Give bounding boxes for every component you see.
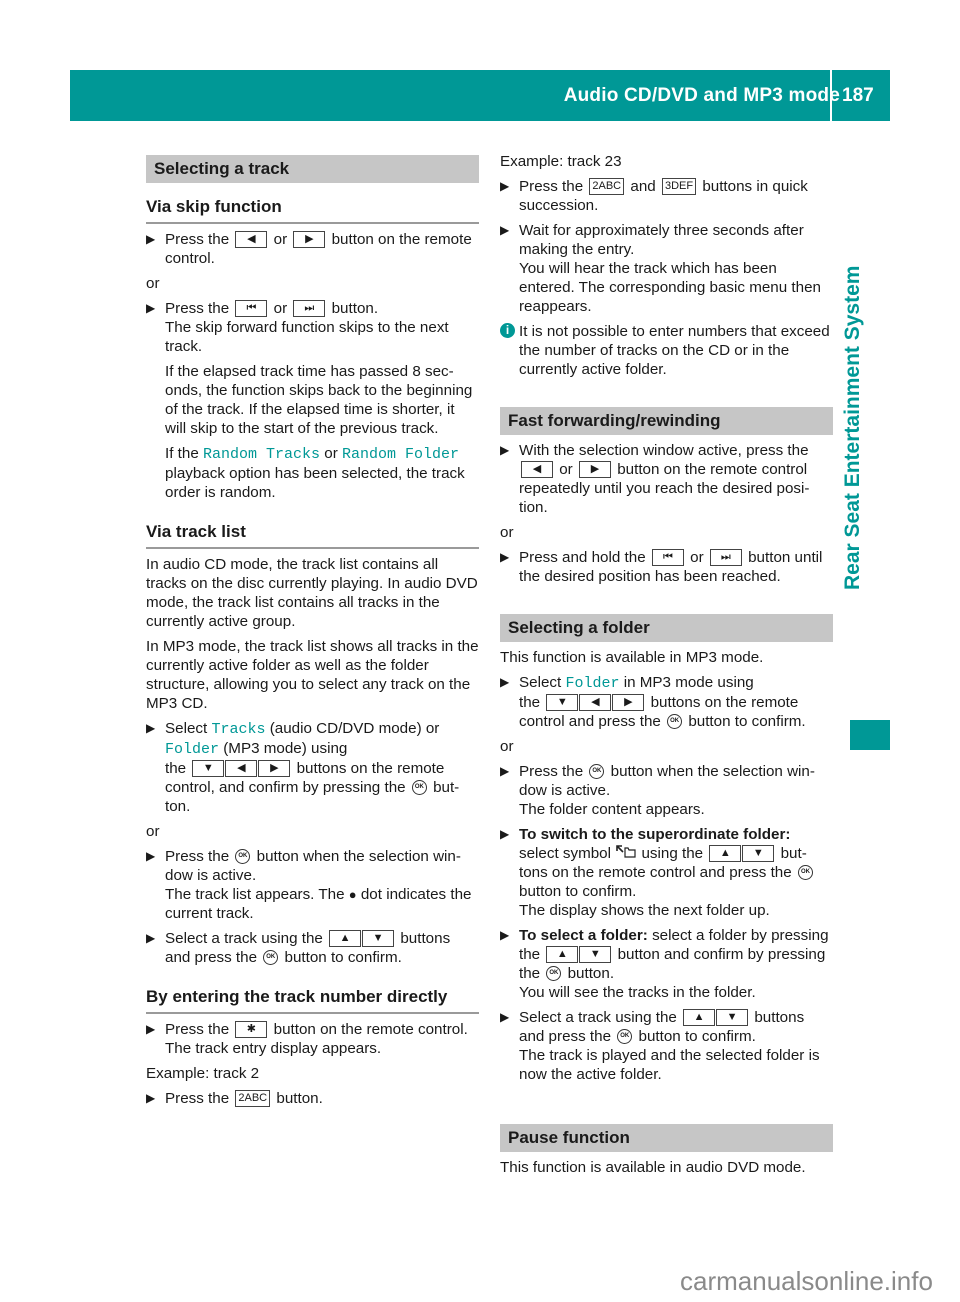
step: ▶ Press the 2ABC and 3DEF buttons in qui… xyxy=(500,178,808,214)
ok-button-icon: OK xyxy=(667,714,683,730)
bullet-arrow-icon: ▶ xyxy=(146,301,156,315)
or-text: or xyxy=(146,823,160,840)
skip-back-button-icon: ⏮ xyxy=(235,300,268,318)
skip-forward-button-icon: ⏭ xyxy=(293,300,326,318)
option-random-folder: Random Folder xyxy=(342,446,460,463)
bullet-arrow-icon: ▶ xyxy=(500,827,510,841)
step: ▶ Press the OK button when the selection… xyxy=(500,763,815,818)
down-button-icon: ▼ xyxy=(362,930,395,948)
bullet-arrow-icon: ▶ xyxy=(500,928,510,942)
right-button-icon: ▶ xyxy=(612,694,645,712)
ok-button-icon: OK xyxy=(617,1029,633,1045)
watermark: carmanualsonline.info xyxy=(680,1266,933,1296)
header-divider xyxy=(830,70,832,121)
ok-button-icon: OK xyxy=(589,764,605,780)
right-button-icon: ▶ xyxy=(293,231,326,249)
key-3-icon: 3DEF xyxy=(661,178,697,196)
section-heading: Pause function xyxy=(500,1124,833,1152)
step: ▶ To switch to the superordinate folder:… xyxy=(500,825,833,920)
ok-button-icon: OK xyxy=(235,849,251,865)
step: ▶ Press the ◀ or ▶ button on the remote … xyxy=(146,231,472,267)
menu-item-tracks: Tracks xyxy=(211,721,266,738)
step: ▶ Press the ✱ button on the remote contr… xyxy=(146,1021,468,1057)
bullet-arrow-icon: ▶ xyxy=(500,223,510,237)
key-2-icon: 2ABC xyxy=(589,178,625,196)
info-note: i It is not possible to enter numbers th… xyxy=(500,322,833,379)
down-button-icon: ▼ xyxy=(546,694,579,712)
step: ▶ Select Folder in MP3 mode using the ▼ ◀… xyxy=(500,674,806,730)
ok-button-icon: OK xyxy=(546,966,562,982)
page-number: 187 xyxy=(842,85,874,106)
info-icon: i xyxy=(500,323,515,338)
down-button-icon: ▼ xyxy=(742,845,775,863)
bullet-arrow-icon: ▶ xyxy=(500,764,510,778)
ok-button-icon: OK xyxy=(263,950,279,966)
or-text: or xyxy=(500,524,514,541)
bullet-arrow-icon: ▶ xyxy=(500,179,510,193)
dot-icon: ● xyxy=(348,887,357,902)
side-tab-marker xyxy=(850,720,890,750)
chapter-title: Audio CD/DVD and MP3 mode xyxy=(563,85,840,106)
bullet-arrow-icon: ▶ xyxy=(500,550,510,564)
step: ▶ Select Tracks (audio CD/DVD mode) or F… xyxy=(146,720,460,815)
right-button-icon: ▶ xyxy=(578,461,611,479)
skip-forward-button-icon: ⏭ xyxy=(709,549,742,567)
up-button-icon: ▲ xyxy=(329,930,362,948)
step: ▶ Press the OK button when the selection… xyxy=(146,848,472,922)
subheading-track-list: Via track list xyxy=(146,522,479,549)
option-random-tracks: Random Tracks xyxy=(203,446,321,463)
up-button-icon: ▲ xyxy=(683,1009,716,1027)
step: ▶ Press the ⏮ or ⏭ button. The skip forw… xyxy=(146,300,473,501)
down-button-icon: ▼ xyxy=(716,1009,749,1027)
side-tab-label: Rear Seat Entertainment System xyxy=(841,265,864,590)
column-right: Example: track 23 ▶ Press the 2ABC and 3… xyxy=(500,152,833,1183)
key-2-icon: 2ABC xyxy=(235,1090,271,1108)
subheading-direct-entry: By entering the track number directly xyxy=(146,987,479,1014)
or-text: or xyxy=(500,738,514,755)
bullet-arrow-icon: ▶ xyxy=(500,1010,510,1024)
bullet-arrow-icon: ▶ xyxy=(500,443,510,457)
folder-up-icon xyxy=(615,845,641,862)
step: ▶ To select a folder: select a folder by… xyxy=(500,927,829,1001)
bullet-arrow-icon: ▶ xyxy=(146,931,156,945)
left-button-icon: ◀ xyxy=(521,461,553,479)
skip-back-button-icon: ⏮ xyxy=(651,549,684,567)
bullet-arrow-icon: ▶ xyxy=(146,1091,156,1105)
bullet-arrow-icon: ▶ xyxy=(146,849,156,863)
right-button-icon: ▶ xyxy=(258,760,291,778)
step: ▶ With the selection window active, pres… xyxy=(500,442,810,516)
left-button-icon: ◀ xyxy=(235,231,268,249)
bullet-arrow-icon: ▶ xyxy=(500,675,510,689)
down-button-icon: ▼ xyxy=(192,760,225,778)
menu-item-folder: Folder xyxy=(565,675,620,692)
step: ▶ Select a track using the ▲ ▼ buttons an… xyxy=(146,930,451,966)
menu-item-folder: Folder xyxy=(165,741,220,758)
step: ▶ Press and hold the ⏮ or ⏭ button until… xyxy=(500,549,823,585)
section-heading: Selecting a folder xyxy=(500,614,833,642)
down-button-icon: ▼ xyxy=(579,946,612,964)
star-button-icon: ✱ xyxy=(235,1021,268,1039)
left-button-icon: ◀ xyxy=(579,694,612,712)
subheading-skip: Via skip function xyxy=(146,197,479,224)
step: ▶ Select a track using the ▲ ▼ buttons an… xyxy=(500,1009,820,1083)
section-heading: Selecting a track xyxy=(146,155,479,183)
ok-button-icon: OK xyxy=(797,865,813,881)
bullet-arrow-icon: ▶ xyxy=(146,232,156,246)
up-button-icon: ▲ xyxy=(709,845,742,863)
column-left: Selecting a track Via skip function ▶ Pr… xyxy=(146,155,479,1114)
left-button-icon: ◀ xyxy=(225,760,258,778)
step: ▶ Press the 2ABC button. xyxy=(146,1090,323,1108)
bullet-arrow-icon: ▶ xyxy=(146,721,156,735)
section-heading: Fast forwarding/rewinding xyxy=(500,407,833,435)
bullet-arrow-icon: ▶ xyxy=(146,1022,156,1036)
ok-button-icon: OK xyxy=(411,780,427,796)
step: ▶ Wait for approximately three seconds a… xyxy=(500,222,821,315)
up-button-icon: ▲ xyxy=(546,946,579,964)
or-text: or xyxy=(146,275,160,292)
